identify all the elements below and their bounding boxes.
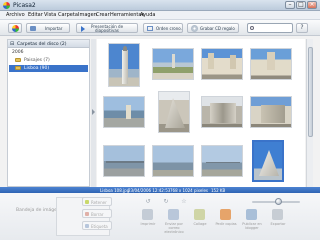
close-button[interactable]: × <box>307 1 317 9</box>
menu-herramientas[interactable]: Herramientas <box>110 12 144 18</box>
hold-button[interactable]: Retener <box>82 197 112 206</box>
minimize-button[interactable]: – <box>285 1 295 9</box>
order-prints-icon <box>220 209 231 220</box>
status-datetime: 23/04/2006 12:42:53 <box>128 187 171 193</box>
burn-cd-button[interactable]: Grabar CD regalo <box>187 23 239 33</box>
thumbnail[interactable] <box>201 48 243 80</box>
label-button[interactable]: Etiqueta <box>82 221 112 230</box>
color-wheel-button[interactable] <box>8 23 22 33</box>
menu-carpeta[interactable]: Carpeta <box>58 12 78 18</box>
toolbar: Importar Presentación de diapositivas Or… <box>0 20 320 36</box>
menu-ayuda[interactable]: Ayuda <box>140 12 155 18</box>
order-prints-button[interactable]: Pedir copias <box>215 209 237 231</box>
clear-button[interactable]: Borrar <box>82 209 112 218</box>
status-filename: Lisboa 108.jpg <box>100 187 130 193</box>
rotate-left-icon[interactable]: ↺ <box>144 198 152 205</box>
burn-cd-label: Grabar CD regalo <box>200 25 235 31</box>
slideshow-label-line2: diapositivas <box>95 27 119 33</box>
camera-icon <box>30 26 36 31</box>
thumbnail[interactable] <box>201 145 243 177</box>
color-wheel-icon <box>12 25 19 32</box>
thumbnail-selected[interactable] <box>252 140 284 182</box>
clear-label: Borrar <box>91 212 104 217</box>
folder-label: Lisboa (90) <box>24 66 50 71</box>
cd-icon <box>191 25 198 32</box>
status-size: 152 KB <box>211 187 226 193</box>
label-label: Etiqueta <box>91 224 108 229</box>
folder-sidebar: ⊟ Carpetas del disco (2) 2006 Paisajes (… <box>7 39 90 187</box>
clear-icon <box>85 212 89 216</box>
window-title: Picasa2 <box>13 2 36 9</box>
export-label: Exportar <box>270 222 286 226</box>
blog-button[interactable]: Publicar en blogger <box>241 209 263 231</box>
timeline-icon <box>147 26 153 31</box>
menu-imagen[interactable]: Imagen <box>78 12 97 18</box>
export-button[interactable]: Exportar <box>267 209 289 231</box>
picasa-logo-icon <box>3 2 10 9</box>
collage-button[interactable]: Collage <box>189 209 211 231</box>
printer-icon <box>142 209 153 220</box>
folder-icon <box>15 66 21 70</box>
menu-vista[interactable]: Vista <box>44 12 56 18</box>
vertical-scrollbar[interactable] <box>306 39 313 187</box>
thumbnail[interactable] <box>152 145 194 177</box>
scrollbar-thumb[interactable] <box>308 47 313 137</box>
help-button[interactable]: ? <box>296 23 308 33</box>
year-group-label: 2006 <box>12 50 24 55</box>
thumbnail[interactable] <box>250 48 292 80</box>
zoom-slider-knob[interactable] <box>275 198 282 205</box>
menu-crear[interactable]: Crear <box>96 12 110 18</box>
folder-icon <box>15 58 21 62</box>
folder-label: Paisajes (7) <box>24 57 50 63</box>
play-icon <box>81 26 85 32</box>
thumbnail[interactable] <box>201 96 243 128</box>
thumbnail[interactable] <box>108 43 140 87</box>
rotate-right-icon[interactable]: ↻ <box>162 198 170 205</box>
pin-icon <box>85 200 89 204</box>
slideshow-button[interactable]: Presentación de diapositivas <box>76 23 138 33</box>
import-button[interactable]: Importar <box>26 23 70 33</box>
menu-editar[interactable]: Editar <box>28 12 43 18</box>
disk-folders-label: Carpetas del disco (2) <box>17 41 67 47</box>
hold-label: Retener <box>91 200 107 205</box>
timeline-label: Orden crono. <box>156 25 182 31</box>
print-button[interactable]: Imprimir <box>137 209 159 231</box>
timeline-button[interactable]: Orden crono. <box>143 23 183 33</box>
search-icon <box>250 25 254 30</box>
email-icon <box>168 209 179 220</box>
thumbnail-grid <box>97 39 305 187</box>
tag-icon <box>85 224 89 228</box>
menu-archivo[interactable]: Archivo <box>6 12 25 18</box>
search-input[interactable] <box>247 23 293 33</box>
export-icon <box>272 209 283 220</box>
email-button[interactable]: Enviar por correo electrónico <box>163 209 185 234</box>
star-icon[interactable]: ☆ <box>180 198 188 205</box>
folder-item-lisboa[interactable]: Lisboa (90) <box>9 65 88 72</box>
import-label: Importar <box>45 25 63 31</box>
expand-arrow-icon[interactable] <box>92 109 95 115</box>
panel-splitter[interactable] <box>91 39 96 187</box>
thumbnail[interactable] <box>152 48 194 80</box>
thumbnail[interactable] <box>158 91 190 133</box>
bottom-panel: Bandeja de imágenes Retener Borrar Etiqu… <box>0 193 320 240</box>
disk-folders-header[interactable]: ⊟ Carpetas del disco (2) <box>8 40 89 48</box>
title-bar: Picasa2 – □ × <box>0 0 320 11</box>
maximize-button[interactable]: □ <box>296 1 306 9</box>
collage-icon <box>194 209 205 220</box>
blogger-icon <box>246 209 257 220</box>
menu-bar: Archivo Editar Vista Carpeta Imagen Crea… <box>0 11 320 20</box>
status-dimensions: 768 x 1024 pixeles <box>170 187 209 193</box>
thumbnail[interactable] <box>103 145 145 177</box>
thumbnail[interactable] <box>250 96 292 128</box>
collapse-icon[interactable]: ⊟ <box>10 41 14 47</box>
thumbnail[interactable] <box>103 96 145 128</box>
